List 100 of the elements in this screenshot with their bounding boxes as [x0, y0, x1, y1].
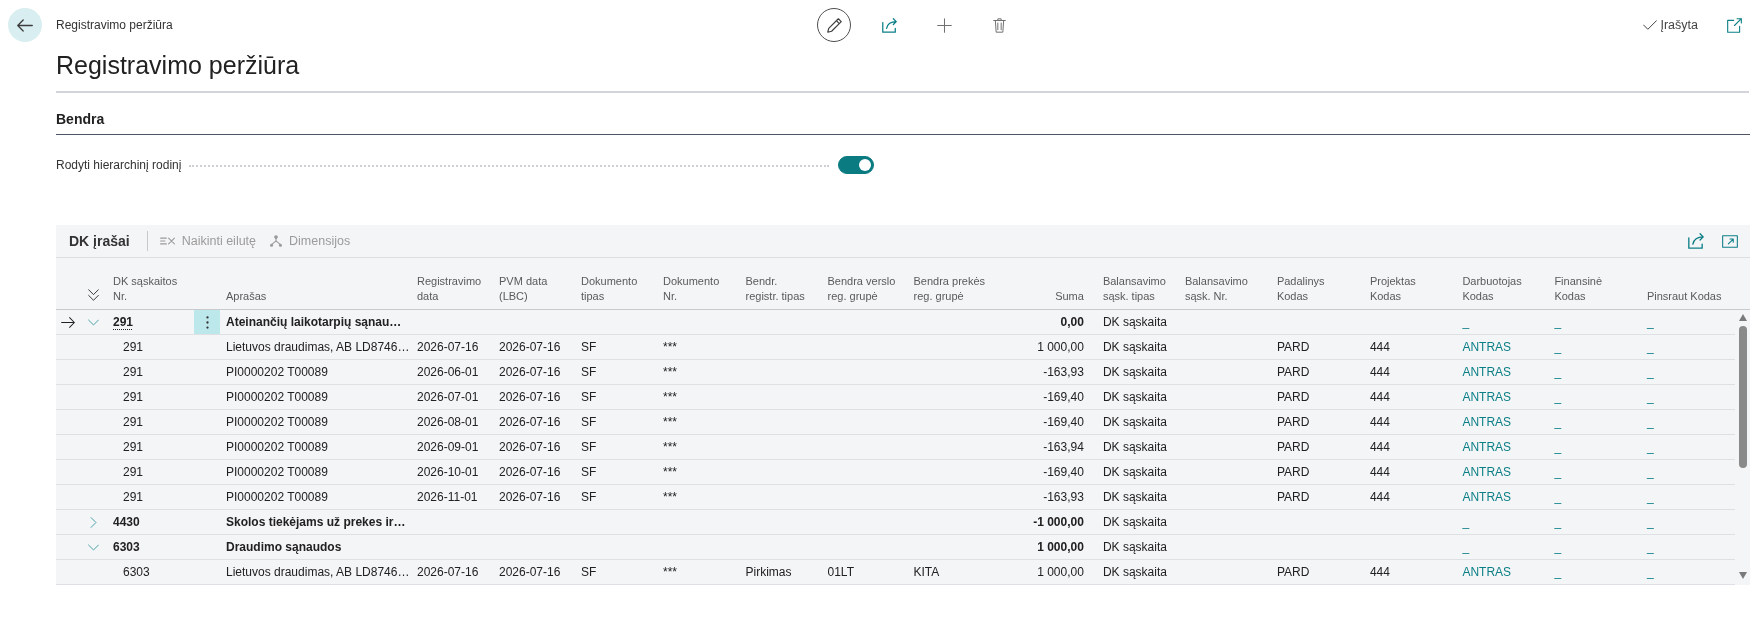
table-cell: DK sąskaita: [1102, 464, 1167, 480]
saved-status: Įrašyta: [1660, 18, 1698, 32]
table-cell: PI0000202 T00089: [226, 414, 328, 430]
table-row[interactable]: 291 PI0000202 T00089 2026-10-01 2026-07-16 SF *** -169,40 DK sąskaita PARD 444 ANTRAS _ _: [56, 460, 1735, 485]
column-header[interactable]: Finansinė Kodas: [1554, 274, 1623, 304]
table-cell: -169,40: [1043, 464, 1084, 480]
table-row[interactable]: 291 PI0000202 T00089 2026-09-01 2026-07-16 SF *** -163,94 DK sąskaita PARD 444 ANTRAS _ _: [56, 435, 1735, 460]
table-cell: Lietuvos draudimas, AB LD8746…: [226, 564, 410, 580]
table-cell: ANTRAS: [1462, 489, 1512, 505]
scroll-up-icon[interactable]: [1738, 314, 1747, 321]
table-row[interactable]: 291 PI0000202 T00089 2026-11-01 2026-07-16 SF *** -163,93 DK sąskaita PARD 444 ANTRAS _ _: [56, 485, 1735, 510]
table-cell: _: [1646, 414, 1654, 430]
table-cell: 2026-07-16: [499, 489, 561, 505]
table-cell: 2026-07-16: [499, 339, 561, 355]
table-cell: _: [1646, 314, 1654, 330]
column-header[interactable]: Aprašas: [226, 289, 267, 304]
column-header[interactable]: Pinsraut Kodas: [1646, 289, 1722, 304]
table-cell: PARD: [1276, 564, 1310, 580]
table-cell: -169,40: [1043, 389, 1084, 405]
column-header[interactable]: Darbuotojas Kodas: [1462, 274, 1533, 304]
table-cell: -163,93: [1043, 489, 1084, 505]
table-cell: _: [1554, 364, 1562, 380]
table-cell: ANTRAS: [1462, 364, 1512, 380]
table-row[interactable]: 291 Ateinančių laikotarpių sąnau… 0,00 DK sąskaita _ _ _: [56, 310, 1735, 335]
check-icon: [1643, 20, 1658, 30]
scrollbar-thumb[interactable]: [1738, 326, 1747, 468]
table-cell: 291: [113, 314, 134, 330]
plus-icon: [936, 17, 952, 33]
table-cell: PARD: [1276, 439, 1310, 455]
table-cell: 2026-11-01: [417, 489, 478, 505]
table-row[interactable]: 291 PI0000202 T00089 2026-07-01 2026-07-16 SF *** -169,40 DK sąskaita PARD 444 ANTRAS _ _: [56, 385, 1735, 410]
table-cell: 01LT: [827, 564, 854, 580]
double-chevron-icon[interactable]: [88, 289, 99, 301]
table-cell: _: [1646, 339, 1654, 355]
column-header[interactable]: Suma: [1055, 289, 1084, 304]
table-cell: 291: [123, 489, 144, 505]
table-cell: PARD: [1276, 389, 1310, 405]
column-header[interactable]: Balansavimo sąsk. Nr.: [1184, 274, 1253, 304]
table-cell: -1 000,00: [1033, 514, 1084, 530]
table-cell: ***: [663, 489, 677, 505]
table-cell: 2026-07-16: [499, 564, 561, 580]
table-cell: 2026-07-16: [499, 439, 561, 455]
table-cell: 291: [123, 439, 144, 455]
column-header[interactable]: PVM data (LBC): [499, 274, 561, 304]
table-cell: 291: [123, 364, 144, 380]
table-cell: PARD: [1276, 489, 1310, 505]
table-row[interactable]: 291 Lietuvos draudimas, AB LD8746… 2026-07-16 2026-07-16 SF *** 1 000,00 DK sąskaita PARD 444 ANTRAS _ _: [56, 335, 1735, 360]
table-cell: _: [1646, 489, 1654, 505]
column-header[interactable]: Projektas Kodas: [1369, 274, 1438, 304]
column-header[interactable]: Padalinys Kodas: [1276, 274, 1345, 304]
table-cell: Ateinančių laikotarpių sąnau…: [226, 314, 402, 330]
table-cell: PI0000202 T00089: [226, 489, 328, 505]
column-header[interactable]: Bendra verslo reg. grupė: [827, 274, 904, 304]
table-cell: ANTRAS: [1462, 564, 1512, 580]
field-label: Rodyti hierarchinį rodinį: [56, 158, 182, 172]
table-cell: 291: [123, 339, 144, 355]
column-header[interactable]: Bendra prekės reg. grupė: [913, 274, 989, 304]
table-cell: SF: [581, 564, 597, 580]
table-cell: SF: [581, 339, 597, 355]
table-cell: ***: [663, 464, 677, 480]
table-row[interactable]: 6303 Draudimo sąnaudos 1 000,00 DK sąskaita _ _ _: [56, 535, 1735, 560]
share-icon: [1688, 233, 1704, 249]
table-cell: 6303: [113, 539, 140, 555]
table-cell: 2026-07-16: [499, 414, 561, 430]
table-cell: DK sąskaita: [1102, 564, 1167, 580]
table-cell: _: [1554, 414, 1562, 430]
column-header[interactable]: Dokumento tipas: [581, 274, 649, 304]
hierarchy-toggle[interactable]: [838, 156, 874, 174]
table-cell: SF: [581, 489, 597, 505]
table-cell: 2026-07-01: [417, 389, 479, 405]
column-header[interactable]: Registravimo data: [417, 274, 485, 304]
table-cell: 1 000,00: [1037, 339, 1084, 355]
table-cell: 444: [1369, 389, 1390, 405]
table-cell: _: [1646, 389, 1654, 405]
table-cell: 2026-07-16: [499, 389, 561, 405]
column-header[interactable]: DK sąskaitos Nr.: [113, 274, 181, 304]
table-cell: 2026-07-16: [417, 339, 479, 355]
column-header[interactable]: Bendr. registr. tipas: [745, 274, 810, 304]
table-cell: _: [1646, 439, 1654, 455]
column-header[interactable]: Balansavimo sąsk. tipas: [1102, 274, 1171, 304]
table-cell: DK sąskaita: [1102, 389, 1167, 405]
scroll-down-icon[interactable]: [1738, 572, 1747, 579]
table-cell: Lietuvos draudimas, AB LD8746…: [226, 339, 410, 355]
back-button[interactable]: [8, 8, 42, 42]
table-row[interactable]: 291 PI0000202 T00089 2026-06-01 2026-07-16 SF *** -163,93 DK sąskaita PARD 444 ANTRAS _ _: [56, 360, 1735, 385]
table-cell: _: [1554, 464, 1562, 480]
section-title[interactable]: Bendra: [56, 109, 105, 129]
column-header[interactable]: Dokumento Nr.: [663, 274, 725, 304]
delete-lines-icon: [159, 237, 175, 245]
table-row[interactable]: 4430 Skolos tiekėjams už prekes ir… -1 000,00 DK sąskaita _ _ _: [56, 510, 1735, 535]
row-menu-button[interactable]: [194, 310, 220, 334]
table-cell: 1 000,00: [1037, 539, 1084, 555]
table-cell: _: [1646, 564, 1654, 580]
table-cell: _: [1554, 514, 1562, 530]
table-cell: _: [1646, 364, 1654, 380]
table-cell: PARD: [1276, 464, 1310, 480]
table-cell: 444: [1369, 489, 1390, 505]
table-row[interactable]: 6303 Lietuvos draudimas, AB LD8746… 2026-07-16 2026-07-16 SF *** Pirkimas 01LT KITA 1 000,00 DK sąskaita PARD 444 ANTRAS _ _: [56, 560, 1735, 585]
share-icon: [881, 17, 897, 33]
table-row[interactable]: 291 PI0000202 T00089 2026-08-01 2026-07-16 SF *** -169,40 DK sąskaita PARD 444 ANTRAS _ _: [56, 410, 1735, 435]
